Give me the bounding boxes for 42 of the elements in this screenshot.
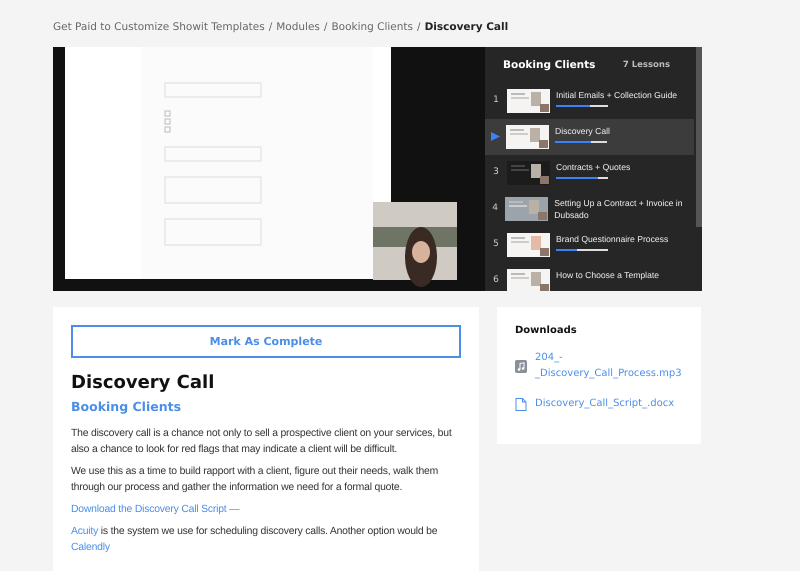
mark-complete-button[interactable]: Mark As Complete bbox=[71, 325, 461, 358]
lesson-title: Contracts + Quotes bbox=[556, 161, 630, 173]
lesson-number: 5 bbox=[492, 239, 500, 249]
lesson-item[interactable]: Discovery Call bbox=[485, 119, 694, 155]
lesson-number: 1 bbox=[492, 95, 500, 105]
lesson-count: 7 Lessons bbox=[622, 60, 670, 70]
downloads-title: Downloads bbox=[515, 325, 578, 336]
lesson-number: 6 bbox=[492, 275, 500, 285]
scrollbar[interactable] bbox=[696, 47, 702, 227]
breadcrumb-link[interactable]: Booking Clients bbox=[331, 21, 414, 33]
lesson-title: Discovery Call bbox=[71, 372, 216, 393]
lesson-item[interactable]: 5 Brand Questionnaire Process bbox=[485, 227, 694, 263]
playlist-title: Booking Clients bbox=[503, 59, 596, 71]
breadcrumb-separator: / bbox=[268, 21, 272, 33]
lesson-title: Brand Questionnaire Process bbox=[556, 233, 668, 245]
lesson-number: 3 bbox=[492, 167, 500, 177]
lesson-item[interactable]: 4 Setting Up a Contract + Invoice in Dubsado bbox=[485, 191, 694, 227]
lesson-number: 4 bbox=[491, 203, 499, 213]
play-icon bbox=[491, 132, 500, 141]
paragraph: The discovery call is a chance not only to sell a prospective client on your services, but also a chance to look for red flags that may indicate a client will be difficult. bbox=[71, 427, 453, 457]
lesson-title: How to Choose a Template bbox=[556, 269, 660, 281]
lesson-title: Setting Up a Contract + Invoice in Dubsado bbox=[554, 197, 684, 221]
lesson-item[interactable]: 6 How to Choose a Template bbox=[485, 263, 694, 291]
lesson-title: Discovery Call bbox=[555, 125, 610, 137]
breadcrumb-separator: / bbox=[324, 21, 328, 33]
paragraph: We use this as a time to build rapport with a client, figure out their needs, walk them through our process and gather the information we need for a formal quote. bbox=[71, 465, 440, 495]
breadcrumb-link[interactable]: Modules bbox=[276, 21, 320, 33]
breadcrumb-link[interactable]: Get Paid to Customize Showit Templates bbox=[53, 21, 265, 33]
download-script-link[interactable]: Download the Discovery Call Script — bbox=[71, 504, 240, 515]
document-icon bbox=[515, 398, 527, 410]
file-link[interactable]: Discovery_Call_Script_.docx bbox=[535, 396, 683, 412]
lesson-title: Initial Emails + Collection Guide bbox=[556, 89, 678, 101]
breadcrumb-link[interactable]: Discovery Call bbox=[424, 21, 508, 33]
module-link[interactable]: Booking Clients bbox=[71, 399, 465, 414]
lesson-item[interactable]: 3 Contracts + Quotes bbox=[485, 155, 694, 191]
file-link[interactable]: 204_-_Discovery_Call_Process.mp3 bbox=[535, 350, 683, 382]
acuity-link[interactable]: Acuity bbox=[71, 526, 98, 537]
music-file-icon bbox=[515, 360, 527, 372]
calendly-link[interactable]: Calendly bbox=[71, 542, 110, 553]
paragraph: Acuity is the system we use for scheduling discovery calls. Another option would be Calendly bbox=[71, 525, 438, 555]
breadcrumb-separator: / bbox=[417, 21, 421, 33]
lesson-item[interactable]: 1 Initial Emails + Collection Guide bbox=[485, 83, 694, 119]
